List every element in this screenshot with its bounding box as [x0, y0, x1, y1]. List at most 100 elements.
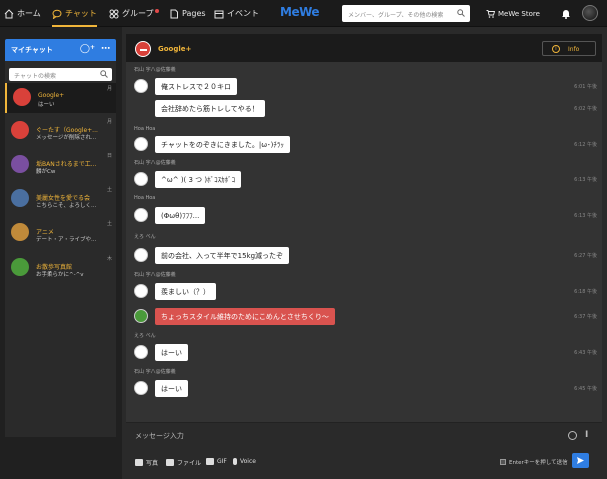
- chat-day: 木: [106, 256, 112, 262]
- bell-icon[interactable]: [561, 8, 571, 19]
- message-bubble[interactable]: はーい: [155, 380, 188, 397]
- chat-list-item[interactable]: アニメ デート・ア・ライブや... 土: [5, 218, 116, 248]
- chat-preview: はーい: [38, 102, 55, 108]
- message-avatar[interactable]: [134, 248, 148, 262]
- gif-label: GIF: [217, 458, 227, 465]
- chat-title: Google+: [158, 45, 192, 53]
- message-bubble[interactable]: 前の会社、入って半年で15kg減ったぞ: [155, 247, 290, 264]
- info-label: Info: [568, 46, 580, 53]
- nav-chat-label: チャット: [65, 9, 97, 18]
- nav-event-label: イベント: [227, 9, 259, 18]
- voice-label: Voice: [240, 458, 256, 465]
- microphone-icon: [233, 458, 237, 465]
- my-chats-header: マイチャット ◯+ ⋯: [5, 39, 116, 61]
- gif-button[interactable]: GIF: [206, 458, 227, 465]
- message-avatar[interactable]: [134, 309, 148, 323]
- message-time: 6:13 午後: [574, 213, 597, 219]
- send-button[interactable]: [572, 453, 589, 468]
- chat-day: 月: [106, 86, 112, 92]
- chat-bubble-icon: [52, 9, 62, 20]
- message-avatar[interactable]: [134, 172, 148, 186]
- nav-pages[interactable]: Pages: [169, 0, 206, 27]
- message-bubble[interactable]: ちょっちスタイル維持のためにこめんとさせちくり～: [155, 308, 335, 325]
- chat-list-item[interactable]: Google+ はーい 月: [5, 83, 116, 113]
- message-bubble[interactable]: 俺ストレスで２０キロ: [155, 78, 237, 95]
- file-button[interactable]: ファイル: [166, 458, 201, 467]
- message-avatar[interactable]: [134, 137, 148, 151]
- message-list: 石山 宇八@佐藤義 俺ストレスで２０キロ 6:01 午後会社辞めたら筋トレしてやる！…: [126, 62, 602, 422]
- message-avatar[interactable]: [134, 381, 148, 395]
- message-composer: メッセージ入力 I 写真 ファイル GIF Voice Enterキーを押して送…: [126, 422, 602, 475]
- nav-event[interactable]: イベント: [214, 0, 259, 27]
- message-input[interactable]: メッセージ入力: [135, 431, 184, 441]
- nav-chat[interactable]: チャット: [52, 0, 97, 27]
- chat-header: Google+ i Info: [126, 34, 602, 62]
- user-avatar[interactable]: [582, 5, 598, 21]
- message-bubble[interactable]: 羨ましい（？）: [155, 283, 216, 300]
- enter-to-send-checkbox[interactable]: [500, 459, 506, 465]
- nav-home[interactable]: ホーム: [4, 0, 41, 27]
- message-time: 6:37 午後: [574, 314, 597, 320]
- message-time: 6:27 午後: [574, 253, 597, 259]
- message-avatar[interactable]: [134, 79, 148, 93]
- message-bubble[interactable]: 会社辞めたら筋トレしてやる！: [155, 100, 265, 117]
- chat-sidebar: マイチャット ◯+ ⋯ チャットの検索 Google+ はーい月ぐーたす（Goog…: [0, 27, 122, 479]
- message-sender: Hoa Hoa: [134, 126, 156, 132]
- chat-list-item[interactable]: お散歩写真館 お手柔らかに^-^v 木: [5, 253, 116, 283]
- mewe-logo[interactable]: MeWe: [280, 5, 320, 19]
- chat-search-input[interactable]: チャットの検索: [9, 68, 112, 81]
- search-placeholder: メンバー、グループ、その他の検索: [348, 12, 444, 19]
- notification-dot: [154, 8, 159, 13]
- message-time: 6:01 午後: [574, 84, 597, 90]
- more-options-icon[interactable]: ⋯: [101, 44, 110, 54]
- chat-list-item[interactable]: ぐーたす（Google+... メッセージが削除され... 月: [5, 116, 116, 146]
- message-bubble[interactable]: ^ω^ )( 3 つ )ﾎﾞｺｽｶﾎﾞｺ: [155, 171, 242, 188]
- chat-list-item[interactable]: 垢BANされるまで工... 麟がCw 日: [5, 150, 116, 180]
- message-time: 6:02 午後: [574, 106, 597, 112]
- chat-avatar: [11, 189, 29, 207]
- message-sender: えろ べん: [134, 333, 156, 339]
- new-chat-icon[interactable]: ◯+: [80, 44, 95, 54]
- chat-day: 土: [106, 221, 112, 227]
- chat-avatar: [11, 121, 29, 139]
- message-avatar[interactable]: [134, 345, 148, 359]
- chat-day: 日: [106, 153, 112, 159]
- message-time: 6:12 午後: [574, 142, 597, 148]
- message-time: 6:43 午後: [574, 350, 597, 356]
- message-sender: 石山 宇八@佐藤義: [134, 272, 176, 278]
- message-avatar[interactable]: [134, 208, 148, 222]
- chat-list-item[interactable]: 美麗女性を愛でる会 こちらこそ、よろしく... 土: [5, 184, 116, 214]
- group-icon: [109, 9, 119, 19]
- cart-icon: [486, 9, 495, 18]
- photo-label: 写真: [146, 460, 159, 467]
- nav-group-label: グループ: [122, 9, 154, 18]
- chat-avatar: [11, 223, 29, 241]
- info-button[interactable]: i Info: [542, 41, 596, 56]
- global-search-input[interactable]: メンバー、グループ、その他の検索: [342, 5, 470, 22]
- gif-icon: [206, 458, 214, 465]
- search-icon[interactable]: [457, 9, 465, 17]
- info-icon: i: [552, 45, 560, 53]
- message-bubble[interactable]: (Φωθ)ﾌﾌﾌ...: [155, 207, 206, 224]
- enter-to-send-label: Enterキーを押して送信: [509, 460, 568, 466]
- chat-preview: 麟がCw: [36, 169, 56, 175]
- nav-group[interactable]: グループ: [109, 0, 159, 27]
- send-icon: [577, 457, 584, 464]
- emoji-icon[interactable]: [568, 431, 577, 440]
- voice-button[interactable]: Voice: [233, 458, 256, 465]
- mewe-store-link[interactable]: MeWe Store: [486, 0, 540, 27]
- page-icon: [169, 9, 179, 19]
- message-bubble[interactable]: はーい: [155, 344, 188, 361]
- text-format-icon[interactable]: I: [585, 430, 588, 440]
- message-sender: えろ べん: [134, 234, 156, 240]
- file-icon: [166, 459, 174, 466]
- message-sender: 石山 宇八@佐藤義: [134, 160, 176, 166]
- photo-icon: [135, 459, 143, 466]
- photo-button[interactable]: 写真: [135, 458, 158, 467]
- message-bubble[interactable]: チャットをのぞきにきました。|ω･)ﾁﾗｯ: [155, 136, 290, 153]
- message-avatar[interactable]: [134, 284, 148, 298]
- google-plus-avatar[interactable]: [135, 41, 151, 57]
- home-icon: [4, 8, 14, 19]
- message-time: 6:13 午後: [574, 177, 597, 183]
- file-label: ファイル: [177, 460, 202, 467]
